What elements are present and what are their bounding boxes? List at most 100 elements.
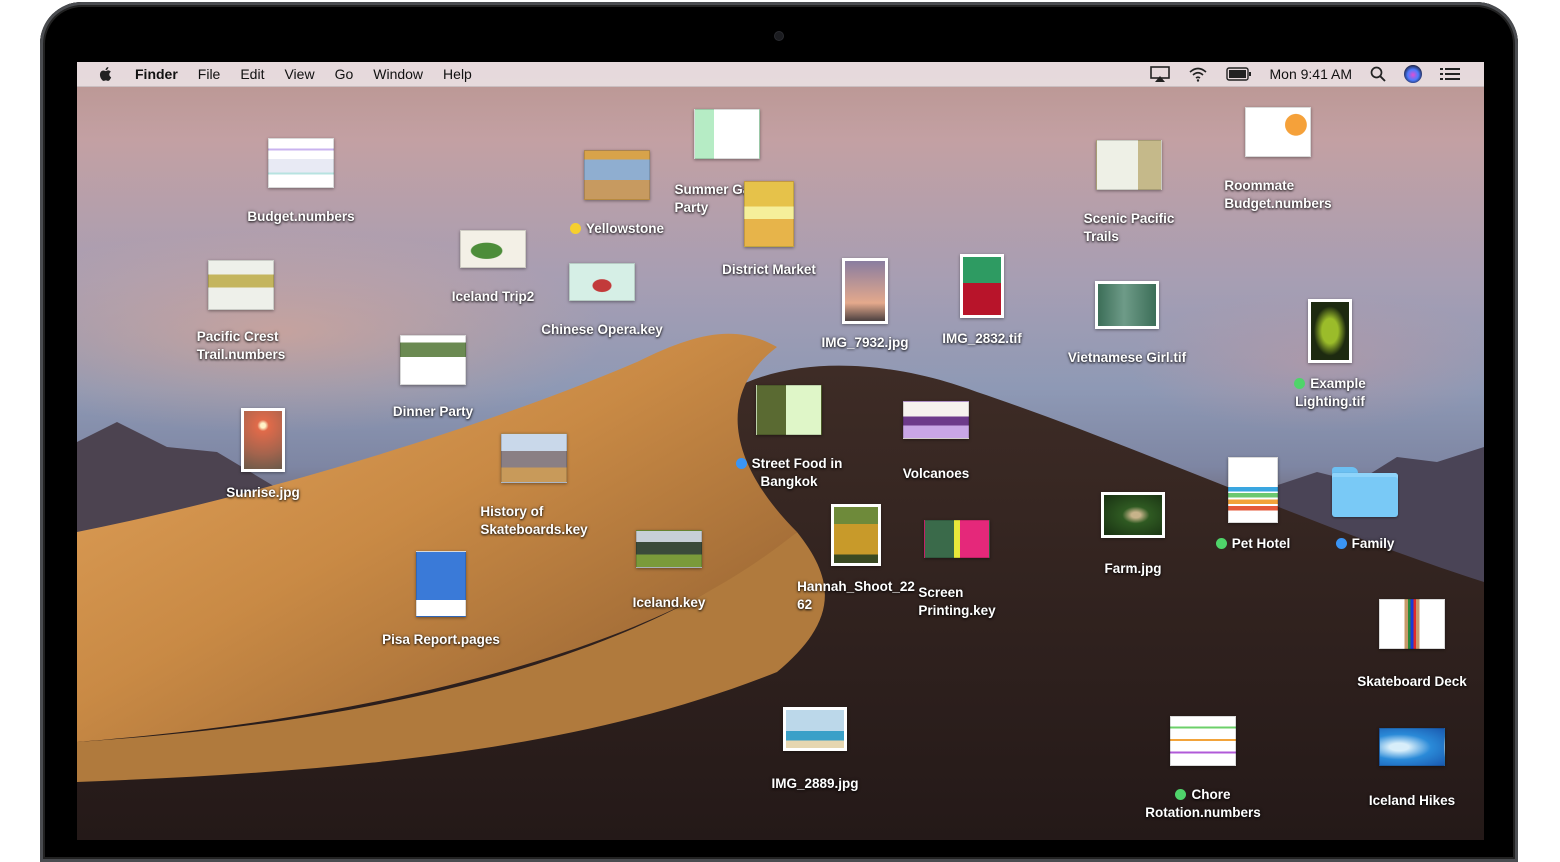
keynote-document-icon <box>903 401 969 439</box>
desktop-item-scenic-pacific-trails[interactable]: Scenic Pacific Trails <box>1059 140 1199 245</box>
menu-app-name[interactable]: Finder <box>135 66 178 82</box>
desktop-item-dinner-party[interactable]: Dinner Party <box>363 335 503 421</box>
image-thumbnail <box>1101 492 1165 538</box>
image-thumbnail <box>831 504 881 566</box>
numbers-document-icon <box>208 260 274 310</box>
keynote-document-icon <box>636 530 702 568</box>
tag-yellow <box>569 223 581 234</box>
pages-document-icon <box>400 335 466 385</box>
tag-blue <box>1335 538 1347 549</box>
desktop-item-pisa-report[interactable]: Pisa Report.pages <box>371 551 511 649</box>
keynote-document-icon <box>1379 728 1445 766</box>
menu-bar: Finder File Edit View Go Window Help Mon… <box>77 62 1484 87</box>
keynote-document-icon <box>584 150 650 200</box>
desktop-item-volcanoes[interactable]: Volcanoes <box>866 401 1006 483</box>
tag-blue <box>735 458 747 469</box>
item-label: IMG_7932.jpg <box>821 335 909 350</box>
apple-logo-icon[interactable] <box>97 65 115 83</box>
tag-green <box>1294 378 1306 389</box>
battery-icon[interactable] <box>1225 67 1252 81</box>
desktop-item-screen-printing[interactable]: Screen Printing.key <box>887 520 1027 619</box>
clock[interactable]: Mon 9:41 AM <box>1270 66 1353 82</box>
item-label: Trail.numbers <box>196 346 286 362</box>
item-label: Trails <box>1083 228 1119 244</box>
desktop-item-iceland-key[interactable]: Iceland.key <box>599 530 739 612</box>
keynote-document-icon <box>569 263 635 301</box>
numbers-document-icon <box>1245 107 1311 157</box>
item-label: Dinner Party <box>392 404 474 419</box>
item-label: Volcanoes <box>902 466 970 481</box>
folder-icon <box>1332 467 1398 517</box>
desktop-item-chinese-opera[interactable]: Chinese Opera.key <box>532 263 672 339</box>
item-label: Street Food in <box>751 456 843 471</box>
menu-edit[interactable]: Edit <box>240 66 264 82</box>
camera <box>775 32 783 40</box>
desktop-item-family-folder[interactable]: Family <box>1295 467 1435 553</box>
siri-icon[interactable] <box>1404 65 1422 83</box>
menu-window[interactable]: Window <box>373 66 423 82</box>
notification-center-icon[interactable] <box>1440 67 1460 81</box>
desktop-item-budget[interactable]: Budget.numbers <box>231 138 371 226</box>
desktop-item-roommate-budget[interactable]: Roommate Budget.numbers <box>1208 107 1348 212</box>
search-icon[interactable] <box>1370 66 1386 82</box>
menu-file[interactable]: File <box>198 66 221 82</box>
desktop-item-street-food-bangkok[interactable]: Street Food in Bangkok <box>719 385 859 490</box>
menu-help[interactable]: Help <box>443 66 472 82</box>
item-label: Chinese Opera.key <box>541 322 663 337</box>
tag-green <box>1215 538 1227 549</box>
image-thumbnail <box>1308 299 1352 363</box>
item-label: Chore <box>1191 787 1231 802</box>
keynote-document-icon <box>501 433 567 483</box>
menu-view[interactable]: View <box>284 66 314 82</box>
pages-document-icon <box>1379 599 1445 649</box>
item-label: Printing.key <box>918 602 996 618</box>
item-label: Vietnamese Girl.tif <box>1067 350 1187 365</box>
wifi-icon[interactable] <box>1188 66 1208 82</box>
item-label: Lighting.tif <box>1295 393 1365 409</box>
desktop-item-farm[interactable]: Farm.jpg <box>1063 492 1203 578</box>
pages-document-icon <box>416 551 466 617</box>
image-thumbnail <box>960 254 1004 318</box>
desktop-item-chore-rotation[interactable]: Chore Rotation.numbers <box>1133 716 1273 821</box>
item-label: Pet Hotel <box>1231 536 1291 551</box>
item-label: 62 <box>797 596 813 612</box>
numbers-document-icon <box>1170 716 1236 766</box>
item-label: Scenic Pacific <box>1083 211 1175 226</box>
item-label: Pacific Crest <box>196 329 279 344</box>
numbers-document-icon <box>1228 457 1278 523</box>
numbers-document-icon <box>268 138 334 188</box>
desktop-item-example-lighting[interactable]: Example Lighting.tif <box>1260 299 1400 410</box>
item-label: History of <box>480 504 544 519</box>
item-label: Skateboard Deck <box>1357 674 1467 689</box>
item-label: IMG_2889.jpg <box>771 776 859 791</box>
image-thumbnail <box>1095 281 1159 329</box>
pages-document-icon <box>756 385 822 435</box>
image-thumbnail <box>241 408 285 472</box>
pages-document-icon <box>1096 140 1162 190</box>
desktop-item-pacific-crest-trail[interactable]: Pacific Crest Trail.numbers <box>171 260 311 363</box>
item-label: Screen <box>918 585 964 600</box>
airplay-icon[interactable] <box>1149 66 1170 82</box>
menu-go[interactable]: Go <box>335 66 354 82</box>
desktop-screen: Finder File Edit View Go Window Help Mon… <box>77 62 1484 840</box>
item-label: Farm.jpg <box>1104 561 1162 576</box>
desktop-item-iceland-hikes[interactable]: Iceland Hikes <box>1342 728 1482 810</box>
desktop-item-img-2889[interactable]: IMG_2889.jpg <box>745 707 885 793</box>
item-label: Family <box>1351 536 1395 551</box>
desktop-item-history-of-skateboards[interactable]: History of Skateboards.key <box>464 433 604 538</box>
desktop-item-skateboard-deck[interactable]: Skateboard Deck <box>1342 599 1482 691</box>
image-thumbnail <box>842 258 888 324</box>
item-label: Yellowstone <box>585 221 665 236</box>
image-thumbnail <box>783 707 847 751</box>
item-label: Skateboards.key <box>480 521 588 537</box>
item-label: Roommate <box>1224 178 1295 193</box>
desktop-item-sunrise[interactable]: Sunrise.jpg <box>193 408 333 502</box>
desktop-item-img-2832[interactable]: IMG_2832.tif <box>912 254 1052 348</box>
item-label: Pisa Report.pages <box>382 632 500 647</box>
desktop-item-vietnamese-girl[interactable]: Vietnamese Girl.tif <box>1057 281 1197 367</box>
item-label: Rotation.numbers <box>1145 804 1261 820</box>
item-label: Example <box>1310 376 1366 391</box>
pages-document-icon <box>694 109 760 159</box>
item-label: Bangkok <box>760 473 818 489</box>
item-label: Iceland Trip2 <box>451 289 535 304</box>
